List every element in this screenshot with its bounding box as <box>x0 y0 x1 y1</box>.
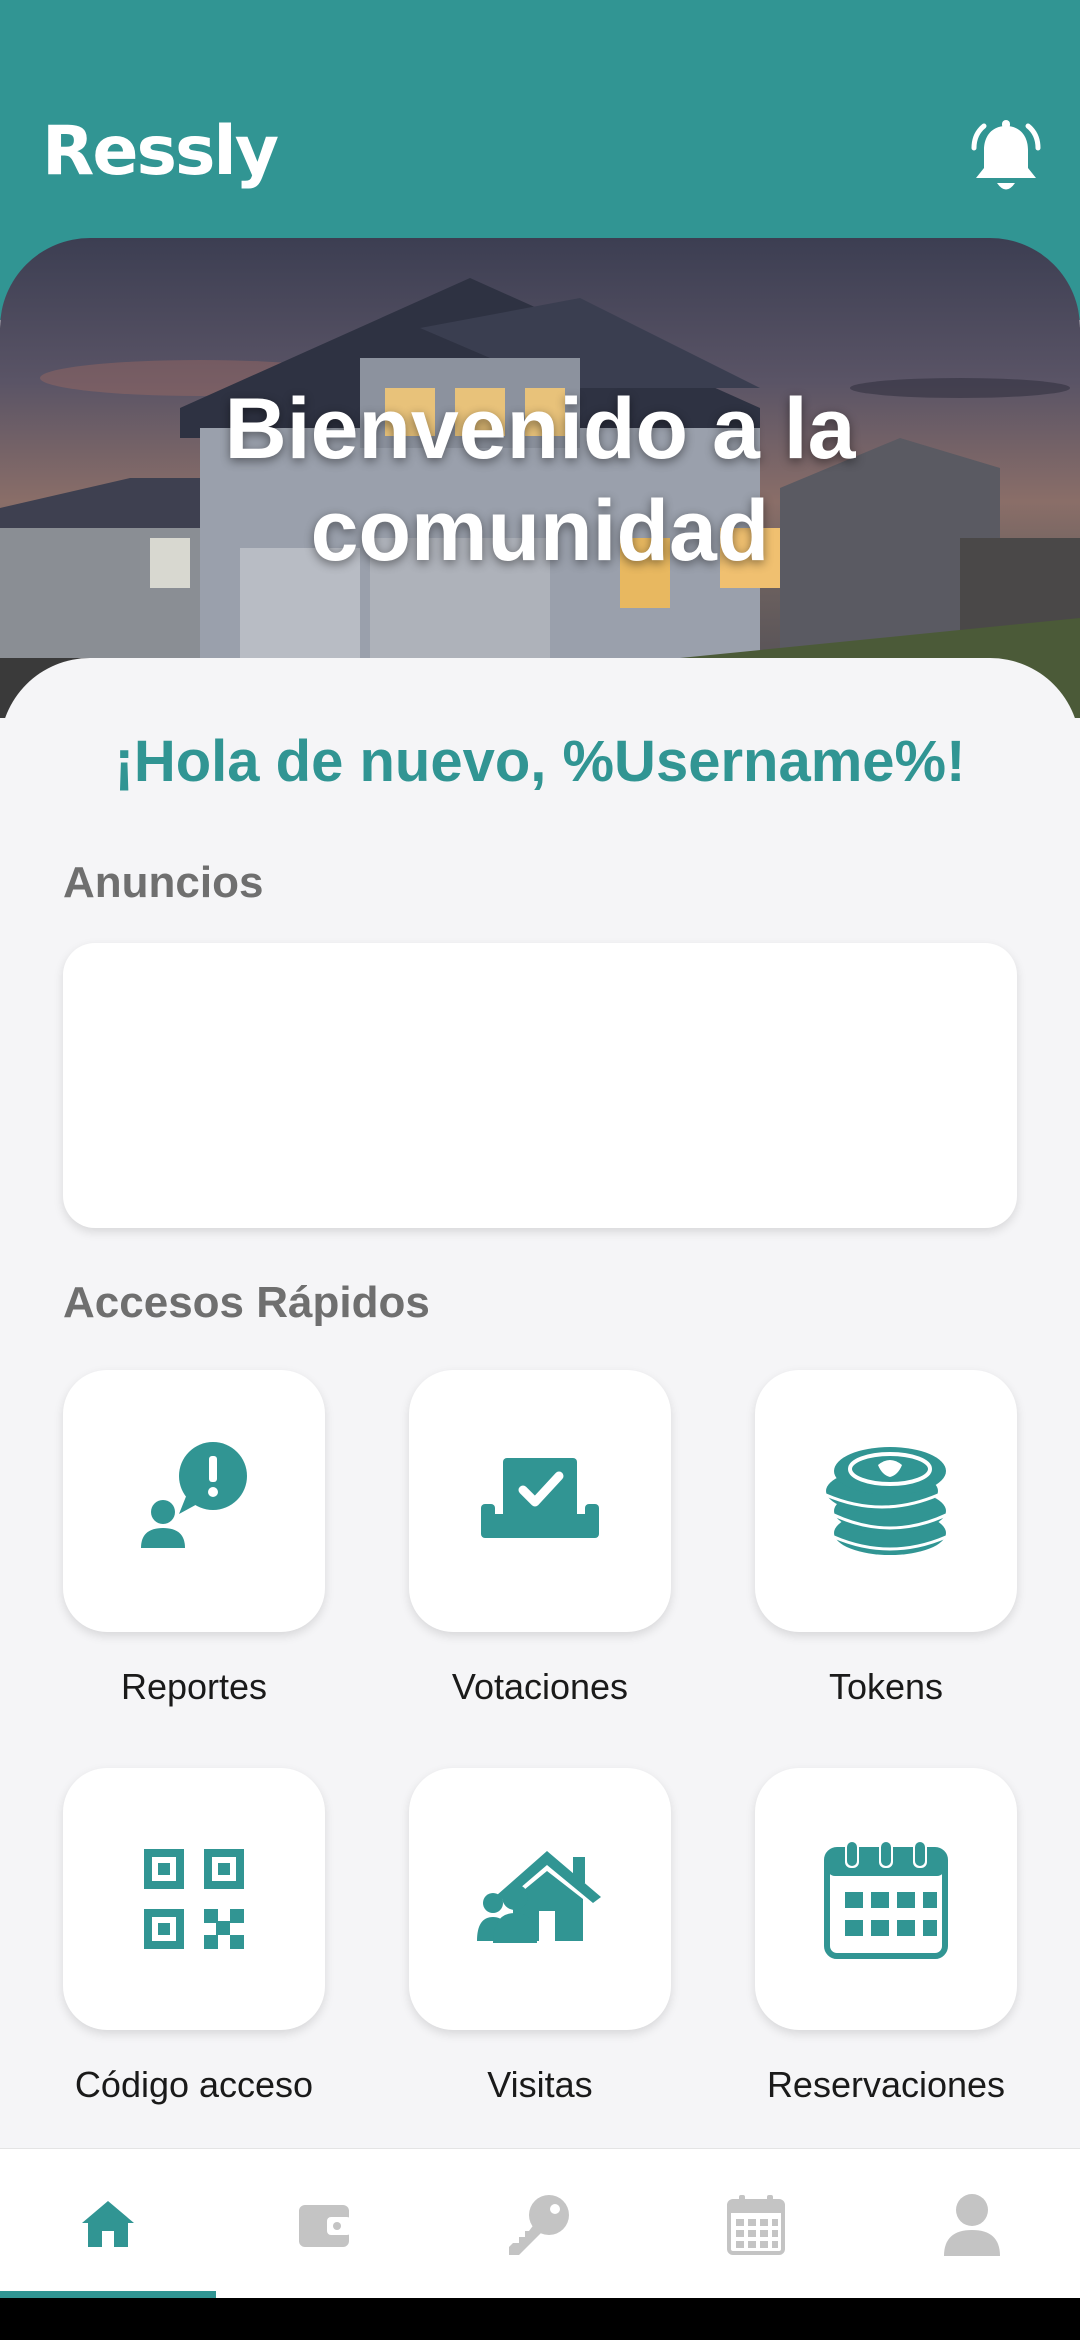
ballot-box-icon <box>481 1458 599 1538</box>
announcements-title: Anuncios <box>63 858 264 907</box>
nav-profile[interactable] <box>864 2149 1080 2299</box>
visits-tile[interactable] <box>409 1768 671 2030</box>
main-content: ¡Hola de nuevo, %Username%! Anuncios Acc… <box>0 658 1080 2150</box>
calendar-icon <box>727 2195 785 2255</box>
nav-home[interactable] <box>0 2149 216 2299</box>
reports-label: Reportes <box>120 1666 268 1707</box>
calendar-icon <box>824 1838 948 1959</box>
key-icon <box>509 2195 569 2255</box>
app-logo: Ressly <box>42 112 279 191</box>
access-code-label: Código acceso <box>74 2064 314 2105</box>
report-user-alert-icon <box>141 1442 247 1548</box>
wallet-icon <box>299 2205 351 2247</box>
hero-banner: Bienvenido a la comunidad <box>0 238 1080 718</box>
hero-title-line1: Bienvenido a la <box>224 381 856 477</box>
votes-label: Votaciones <box>451 1666 629 1707</box>
hero-title-line2: comunidad <box>310 483 770 579</box>
tokens-label: Tokens <box>828 1666 944 1707</box>
profile-icon <box>944 2194 1000 2256</box>
bottom-nav <box>0 2148 1080 2299</box>
votes-tile[interactable] <box>409 1370 671 1632</box>
reservations-tile[interactable] <box>755 1768 1017 2030</box>
coins-icon <box>825 1447 947 1555</box>
nav-calendar[interactable] <box>648 2149 864 2299</box>
nav-wallet[interactable] <box>216 2149 432 2299</box>
quick-access-title: Accesos Rápidos <box>63 1278 430 1327</box>
hero-title: Bienvenido a la comunidad <box>0 378 1080 582</box>
nav-key[interactable] <box>432 2149 648 2299</box>
qr-code-icon <box>144 1849 244 1949</box>
reservations-label: Reservaciones <box>766 2064 1006 2105</box>
visits-label: Visitas <box>487 2064 593 2105</box>
system-navigation-bar <box>0 2298 1080 2340</box>
visitors-house-icon <box>477 1851 601 1943</box>
bell-icon[interactable] <box>968 118 1044 198</box>
greeting-text: ¡Hola de nuevo, %Username%! <box>114 729 966 794</box>
access-code-tile[interactable] <box>63 1768 325 2030</box>
tokens-tile[interactable] <box>755 1370 1017 1632</box>
announcements-card[interactable] <box>63 943 1017 1228</box>
home-icon <box>82 2201 134 2247</box>
reports-tile[interactable] <box>63 1370 325 1632</box>
